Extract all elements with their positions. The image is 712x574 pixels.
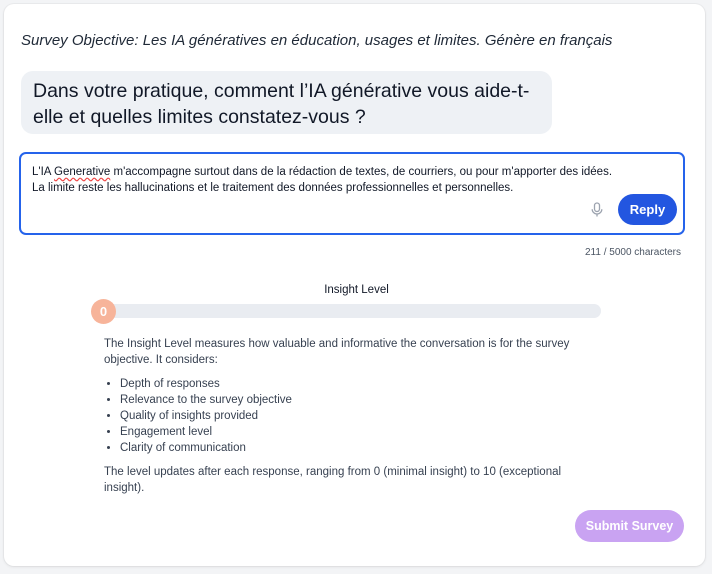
question-text: Dans votre pratique, comment l’IA généra…: [33, 80, 530, 128]
answer-text-prefix: L'IA: [32, 166, 55, 178]
insight-footer-text: The level updates after each response, r…: [104, 466, 562, 494]
insight-level-indicator: 0: [91, 299, 116, 324]
insight-level-title: Insight Level: [324, 284, 389, 296]
answer-text[interactable]: L'IA Generative m'accompagne surtout dan…: [32, 164, 622, 196]
reply-button[interactable]: Reply: [618, 194, 677, 225]
list-item: Engagement level: [120, 424, 594, 440]
answer-text-rest: m'accompagne surtout dans de la rédactio…: [32, 166, 613, 194]
submit-survey-button[interactable]: Submit Survey: [575, 510, 684, 542]
misspelled-word: Generative: [54, 166, 111, 178]
insight-level-track: [102, 304, 601, 318]
answer-textarea[interactable]: L'IA Generative m'accompagne surtout dan…: [19, 152, 685, 235]
insight-level-value: 0: [99, 304, 108, 319]
list-item: Depth of responses: [120, 376, 594, 392]
insight-description-text: The Insight Level measures how valuable …: [104, 338, 570, 366]
insight-criteria-list: Depth of responses Relevance to the surv…: [104, 376, 594, 456]
microphone-icon[interactable]: [589, 201, 605, 219]
insight-description: The Insight Level measures how valuable …: [104, 336, 594, 496]
question-bubble: Dans votre pratique, comment l’IA généra…: [21, 71, 552, 134]
survey-card: Survey Objective: Les IA génératives en …: [4, 4, 705, 566]
list-item: Quality of insights provided: [120, 408, 594, 424]
character-count: 211 / 5000 characters: [585, 247, 681, 258]
survey-objective: Survey Objective: Les IA génératives en …: [21, 32, 613, 49]
list-item: Clarity of communication: [120, 440, 594, 456]
list-item: Relevance to the survey objective: [120, 392, 594, 408]
